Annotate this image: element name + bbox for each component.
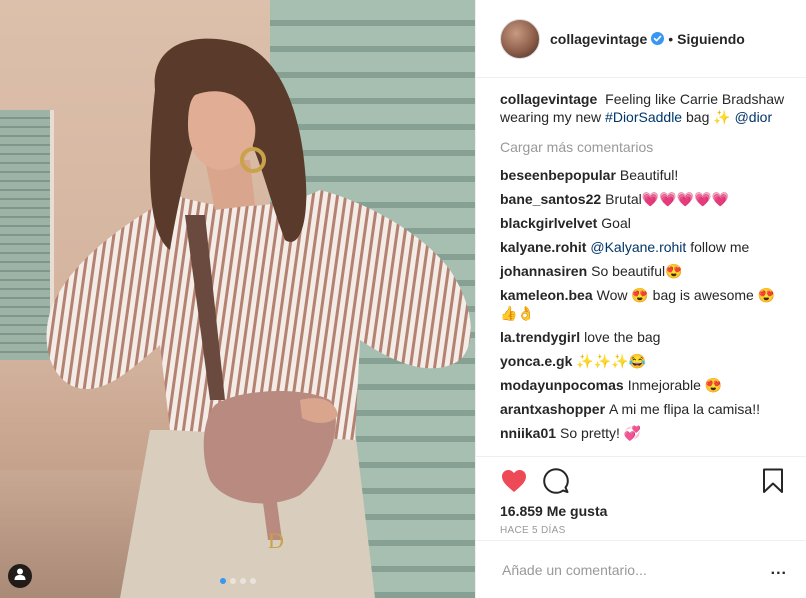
heart-icon [501, 469, 527, 498]
svg-text:D: D [268, 528, 284, 553]
comments-list: collagevintage Feeling like Carrie Brads… [476, 78, 806, 454]
header-separator: • [668, 30, 674, 47]
comment-text: Inmejorable 😍 [627, 377, 723, 393]
following-button[interactable]: Siguiendo [677, 31, 745, 47]
post-header: collagevintage • Siguiendo [476, 0, 806, 78]
comment-text: Beautiful! [619, 167, 679, 183]
like-button[interactable] [500, 469, 528, 497]
comment-username[interactable]: arantxashopper [500, 401, 605, 417]
comment-text: follow me [690, 239, 750, 255]
action-icons [500, 463, 787, 503]
post-side-panel: collagevintage • Siguiendo collagevintag… [475, 0, 806, 598]
header-username[interactable]: collagevintage [550, 31, 647, 47]
comment-item: bane_santos22 Brutal💗💗💗💗💗 [500, 190, 786, 208]
comment-item: arantxashopper A mi me flipa la camisa!! [500, 400, 786, 418]
comment-username[interactable]: bane_santos22 [500, 191, 601, 207]
carousel-dot[interactable] [219, 578, 226, 584]
comment-username[interactable]: beseenbepopular [500, 167, 616, 183]
user-tag-button[interactable] [8, 564, 32, 588]
comment-text: love the bag [584, 329, 661, 345]
carousel-dot[interactable] [249, 578, 256, 584]
comment-mention[interactable]: @Kalyane.rohit [590, 239, 686, 255]
carousel-indicator [0, 578, 475, 584]
comment-text: So pretty! 💞 [560, 425, 642, 441]
post-timestamp[interactable]: HACE 5 DÍAS [500, 525, 787, 536]
comment-item: johannasiren So beautiful😍 [500, 262, 786, 280]
photo-woman-figure: D [46, 38, 471, 598]
comment-username[interactable]: johannasiren [500, 263, 587, 279]
comment-item: yonca.e.gk ✨✨✨😂 [500, 352, 786, 370]
comment-item: modayunpocomas Inmejorable 😍 [500, 376, 786, 394]
comment-username[interactable]: nniika01 [500, 425, 556, 441]
comment-item: blackgirlvelvet Goal [500, 214, 786, 232]
post-photo[interactable]: D [0, 0, 475, 598]
comment-icon [543, 467, 569, 499]
comment-item: la.trendygirl love the bag [500, 328, 786, 346]
caption-text-2: bag ✨ [686, 109, 731, 125]
caption: collagevintage Feeling like Carrie Brads… [500, 90, 786, 126]
comment-username[interactable]: modayunpocomas [500, 377, 624, 393]
comment-username[interactable]: blackgirlvelvet [500, 215, 597, 231]
more-options-button[interactable]: ... [771, 561, 787, 579]
caption-username[interactable]: collagevintage [500, 91, 597, 107]
bookmark-icon [762, 468, 784, 499]
comment-item: nniika01 So pretty! 💞 [500, 424, 786, 442]
likes-count[interactable]: 16.859 Me gusta [500, 503, 787, 519]
comment-button[interactable] [542, 467, 570, 499]
comment-item: beseenbepopular Beautiful! [500, 166, 786, 184]
add-comment-bar: ... [476, 540, 806, 598]
comment-username[interactable]: kalyane.rohit [500, 239, 586, 255]
add-comment-input[interactable] [500, 560, 771, 579]
instagram-post: D collagevintage • Siguiendo collagevint… [0, 0, 806, 598]
verified-badge-icon [651, 32, 665, 45]
comment-text: ✨✨✨😂 [576, 353, 647, 369]
caption-hashtag[interactable]: #DiorSaddle [605, 109, 682, 125]
comment-text: A mi me flipa la camisa!! [609, 401, 760, 417]
avatar[interactable] [500, 18, 540, 59]
comment-text: So beautiful😍 [591, 263, 683, 279]
comment-item: kameleon.bea Wow 😍 bag is awesome 😍 👍👌 [500, 286, 786, 322]
carousel-dot[interactable] [239, 578, 246, 584]
comment-text: Goal [601, 215, 631, 231]
comment-text: Brutal💗💗💗💗💗 [605, 191, 729, 207]
save-button[interactable] [759, 468, 787, 499]
caption-mention[interactable]: @dior [735, 109, 773, 125]
comment-item: kalyane.rohit @Kalyane.rohit follow me [500, 238, 786, 256]
carousel-dot[interactable] [229, 578, 236, 584]
post-actions: 16.859 Me gusta HACE 5 DÍAS [476, 456, 806, 536]
comment-username[interactable]: kameleon.bea [500, 287, 593, 303]
comment-username[interactable]: yonca.e.gk [500, 353, 572, 369]
load-more-comments[interactable]: Cargar más comentarios [500, 138, 786, 156]
comment-username[interactable]: la.trendygirl [500, 329, 580, 345]
